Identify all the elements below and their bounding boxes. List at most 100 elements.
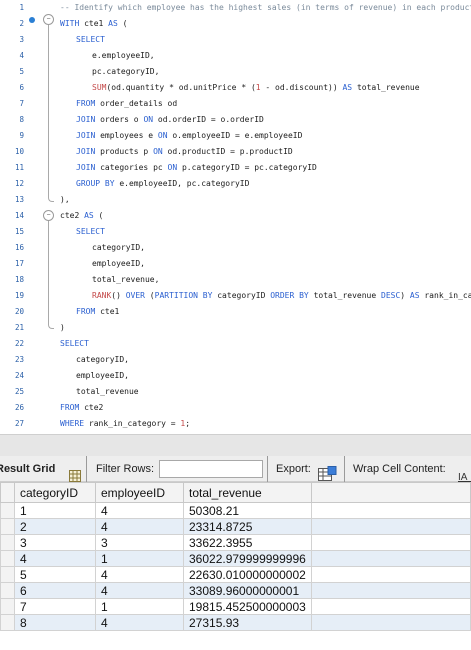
cell-categoryid[interactable]: 6 xyxy=(14,582,96,599)
cell-employeeid[interactable]: 1 xyxy=(95,598,184,615)
cell-categoryid[interactable]: 3 xyxy=(14,534,96,551)
fold-toggle-icon[interactable]: − xyxy=(43,14,54,25)
code-line[interactable]: 2 WITH cte1 AS ( xyxy=(0,16,471,32)
code-line[interactable]: 7 FROM order_details od xyxy=(0,96,471,112)
row-header-cell[interactable] xyxy=(0,598,15,615)
sql-token: products p xyxy=(95,147,154,156)
row-header-cell[interactable] xyxy=(0,518,15,535)
line-number: 11 xyxy=(14,163,24,172)
code-line[interactable]: 10 JOIN products p ON od.productID = p.pr… xyxy=(0,144,471,160)
code-line[interactable]: 21) xyxy=(0,320,471,336)
code-line[interactable]: 5 pc.categoryID, xyxy=(0,64,471,80)
row-header-cell[interactable] xyxy=(0,502,15,519)
table-row[interactable]: 2 4 23314.8725 xyxy=(0,518,471,535)
row-header-cell[interactable] xyxy=(0,566,15,583)
code-line[interactable]: 23 categoryID, xyxy=(0,352,471,368)
current-statement-marker[interactable] xyxy=(29,17,35,23)
cell-total-revenue[interactable]: 19815.452500000003 xyxy=(183,598,312,615)
code-line[interactable]: 27 WHERE rank_in_category = 1; xyxy=(0,416,471,432)
cell-total-revenue[interactable]: 33622.3955 xyxy=(183,534,312,551)
table-row[interactable]: 5 4 22630.010000000002 xyxy=(0,566,471,583)
cell-categoryid[interactable]: 2 xyxy=(14,518,96,535)
panel-splitter[interactable] xyxy=(0,434,471,456)
column-header-total-revenue[interactable]: total_revenue xyxy=(183,482,312,503)
table-row[interactable]: 4 1 36022.979999999996 xyxy=(0,550,471,567)
cell-categoryid[interactable]: 5 xyxy=(14,566,96,583)
cell-categoryid[interactable]: 7 xyxy=(14,598,96,615)
line-number: 24 xyxy=(14,371,24,380)
cell-filler xyxy=(310,614,471,631)
cell-filler xyxy=(310,518,471,535)
result-grid-tab[interactable]: Result Grid xyxy=(0,456,55,482)
column-header-categoryid[interactable]: categoryID xyxy=(14,482,96,503)
code-line[interactable]: 14 cte2 AS ( xyxy=(0,208,471,224)
sql-token: categoryID, xyxy=(92,243,145,252)
code-line[interactable]: 6 SUM(od.quantity * od.unitPrice * (1 - o… xyxy=(0,80,471,96)
fold-guide-cte1 xyxy=(48,25,49,198)
sql-token: () xyxy=(111,291,126,300)
column-header-employeeid[interactable]: employeeID xyxy=(95,482,184,503)
code-line[interactable]: 24 employeeID, xyxy=(0,368,471,384)
cell-total-revenue[interactable]: 33089.96000000001 xyxy=(183,582,312,599)
table-row[interactable]: 1 4 50308.21 xyxy=(0,502,471,519)
cell-employeeid[interactable]: 4 xyxy=(95,614,184,631)
sql-keyword: WITH xyxy=(60,19,80,28)
code-line[interactable]: 12 GROUP BY e.employeeID, pc.categoryID xyxy=(0,176,471,192)
code-line[interactable]: 9 JOIN employees e ON o.employeeID = e.em… xyxy=(0,128,471,144)
code-line[interactable]: 19 RANK() OVER (PARTITION BY categoryID O… xyxy=(0,288,471,304)
table-row[interactable]: 7 1 19815.452500000003 xyxy=(0,598,471,615)
row-header-cell[interactable] xyxy=(0,534,15,551)
filter-rows-input[interactable] xyxy=(159,460,263,478)
code-line[interactable]: 17 employeeID, xyxy=(0,256,471,272)
sql-keyword: ON xyxy=(157,131,168,140)
row-header-cell[interactable] xyxy=(0,550,15,567)
sql-token: total_revenue xyxy=(308,291,381,300)
cell-total-revenue[interactable]: 50308.21 xyxy=(183,502,312,519)
sql-keyword: AS xyxy=(108,19,118,28)
sql-function: SUM xyxy=(92,83,107,92)
cell-employeeid[interactable]: 4 xyxy=(95,502,184,519)
code-text: SELECT xyxy=(76,32,105,48)
code-text: categoryID, xyxy=(92,240,145,256)
toolbar-separator xyxy=(267,456,268,482)
code-line[interactable]: 16 categoryID, xyxy=(0,240,471,256)
cell-employeeid[interactable]: 1 xyxy=(95,550,184,567)
cell-categoryid[interactable]: 1 xyxy=(14,502,96,519)
code-line[interactable]: 25 total_revenue xyxy=(0,384,471,400)
fold-toggle-icon[interactable]: − xyxy=(43,210,54,221)
code-line[interactable]: 26 FROM cte2 xyxy=(0,400,471,416)
sql-editor[interactable]: 1 -- Identify which employee has the high… xyxy=(0,0,471,434)
cell-total-revenue[interactable]: 23314.8725 xyxy=(183,518,312,535)
cell-employeeid[interactable]: 4 xyxy=(95,582,184,599)
cell-total-revenue[interactable]: 27315.93 xyxy=(183,614,312,631)
cell-total-revenue[interactable]: 22630.010000000002 xyxy=(183,566,312,583)
sql-token: total_revenue xyxy=(76,387,139,396)
cell-categoryid[interactable]: 4 xyxy=(14,550,96,567)
code-line[interactable]: 4 e.employeeID, xyxy=(0,48,471,64)
table-row[interactable]: 3 3 33622.3955 xyxy=(0,534,471,551)
row-header-cell[interactable] xyxy=(0,614,15,631)
code-line[interactable]: 15 SELECT xyxy=(0,224,471,240)
table-row[interactable]: 8 4 27315.93 xyxy=(0,614,471,631)
table-row[interactable]: 6 4 33089.96000000001 xyxy=(0,582,471,599)
sql-token: total_revenue xyxy=(352,83,420,92)
sql-keyword: OVER xyxy=(125,291,145,300)
column-header-filler xyxy=(310,482,471,503)
row-header-cell[interactable] xyxy=(0,582,15,599)
cell-employeeid[interactable]: 4 xyxy=(95,518,184,535)
cell-employeeid[interactable]: 4 xyxy=(95,566,184,583)
line-number: 8 xyxy=(19,115,24,124)
cell-total-revenue[interactable]: 36022.979999999996 xyxy=(183,550,312,567)
code-line[interactable]: 11 JOIN categories pc ON p.categoryID = p… xyxy=(0,160,471,176)
toolbar-separator xyxy=(86,456,87,482)
code-line[interactable]: 13), xyxy=(0,192,471,208)
cell-categoryid[interactable]: 8 xyxy=(14,614,96,631)
code-line[interactable]: 20 FROM cte1 xyxy=(0,304,471,320)
code-line[interactable]: 8 JOIN orders o ON od.orderID = o.orderID xyxy=(0,112,471,128)
code-line[interactable]: 3 SELECT xyxy=(0,32,471,48)
code-line[interactable]: 22 SELECT xyxy=(0,336,471,352)
cell-employeeid[interactable]: 3 xyxy=(95,534,184,551)
code-line[interactable]: 18 total_revenue, xyxy=(0,272,471,288)
sql-keyword: DESC xyxy=(381,291,401,300)
code-line[interactable]: 1 -- Identify which employee has the high… xyxy=(0,0,471,16)
